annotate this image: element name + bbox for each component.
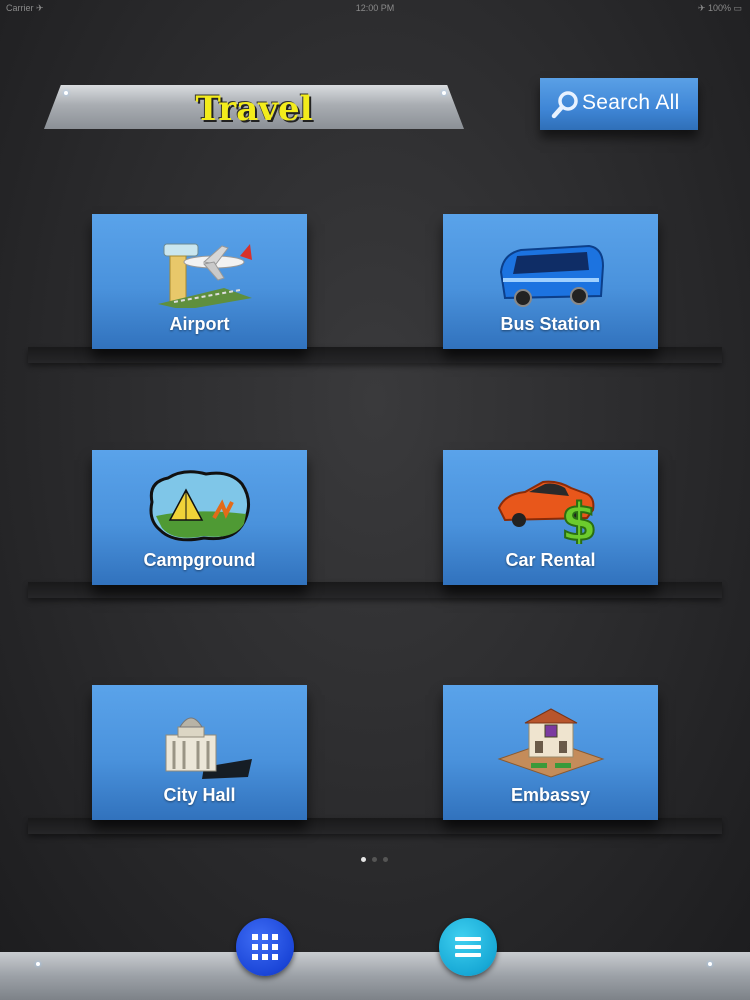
battery-status: ✈ 100% ▭ (697, 3, 742, 13)
bar-rivet (36, 962, 40, 966)
page-dot-active[interactable] (361, 857, 366, 862)
search-all-button[interactable]: Search All (540, 78, 698, 130)
bar-rivet (708, 962, 712, 966)
embassy-icon (497, 708, 605, 778)
status-bar: Carrier ✈ 12:00 PM ✈ 100% ▭ (0, 0, 750, 16)
page-title: Travel (195, 89, 313, 129)
svg-text:$: $ (561, 493, 597, 544)
tile-city-hall[interactable]: City Hall (92, 685, 307, 820)
grid-view-button[interactable] (236, 918, 294, 976)
tile-campground[interactable]: Campground (92, 450, 307, 585)
list-view-button[interactable] (439, 918, 497, 976)
airport-icon (158, 243, 252, 308)
shelf (28, 347, 722, 363)
city-hall-icon (165, 717, 252, 779)
tile-bus-station[interactable]: Bus Station (443, 214, 658, 349)
clock: 12:00 PM (355, 3, 395, 13)
tile-airport[interactable]: Airport (92, 214, 307, 349)
search-icon (551, 91, 578, 119)
tile-embassy[interactable]: Embassy (443, 685, 658, 820)
tile-label: Embassy (510, 785, 591, 805)
page-dot[interactable] (372, 857, 377, 862)
tile-car-rental[interactable]: $ Car Rental (443, 450, 658, 585)
page-dot[interactable] (383, 857, 388, 862)
shelf (28, 818, 722, 834)
campground-icon (149, 470, 250, 542)
tile-label: Car Rental (505, 550, 596, 570)
grid-icon (252, 934, 278, 960)
title-plate: Travel (44, 85, 464, 129)
tile-label: Campground (143, 550, 256, 570)
tile-label: Airport (169, 314, 230, 334)
tile-label: City Hall (163, 785, 236, 805)
tile-label: Bus Station (500, 314, 601, 334)
search-all-label: Search All (582, 91, 680, 114)
page-indicator[interactable] (357, 857, 397, 867)
menu-icon (455, 937, 481, 957)
bus-icon (499, 244, 605, 307)
car-rental-icon: $ (497, 480, 598, 544)
bottom-bar (0, 952, 750, 1000)
